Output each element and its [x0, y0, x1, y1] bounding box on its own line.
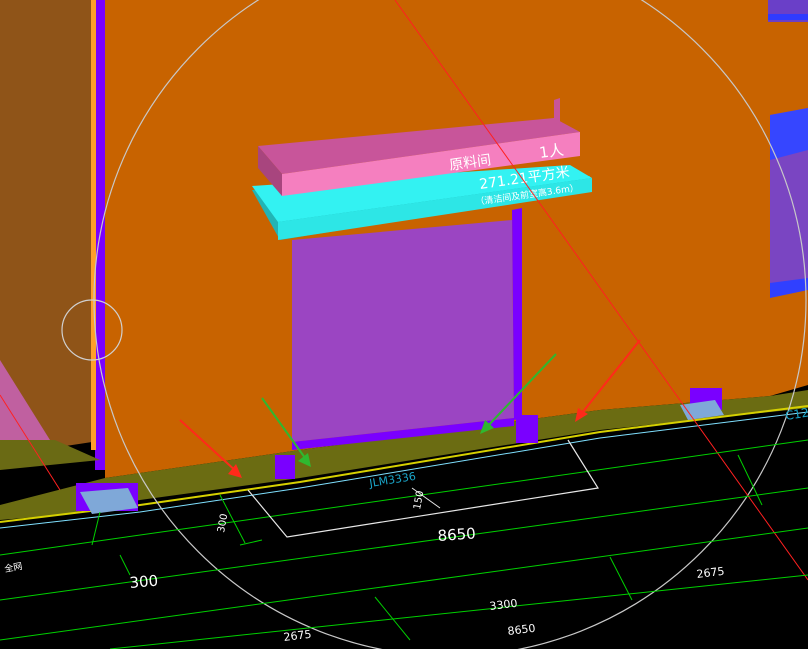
left-wall-column-edge [91, 0, 96, 450]
dim-8650-main: 8650 [437, 524, 476, 545]
dim-300-left: 300 [129, 572, 159, 592]
cad-3d-viewport[interactable]: 原料间 1人 271.21平方米 （清洁间及前室高3.6m） JLM3336 C… [0, 0, 808, 649]
window-top-right-frame [768, 14, 808, 20]
column-base-2 [516, 415, 538, 443]
pink-bar-lip [554, 98, 560, 124]
door-panel[interactable] [292, 220, 514, 442]
column-base-1 [275, 455, 295, 479]
room-people-label: 1人 [538, 141, 565, 162]
